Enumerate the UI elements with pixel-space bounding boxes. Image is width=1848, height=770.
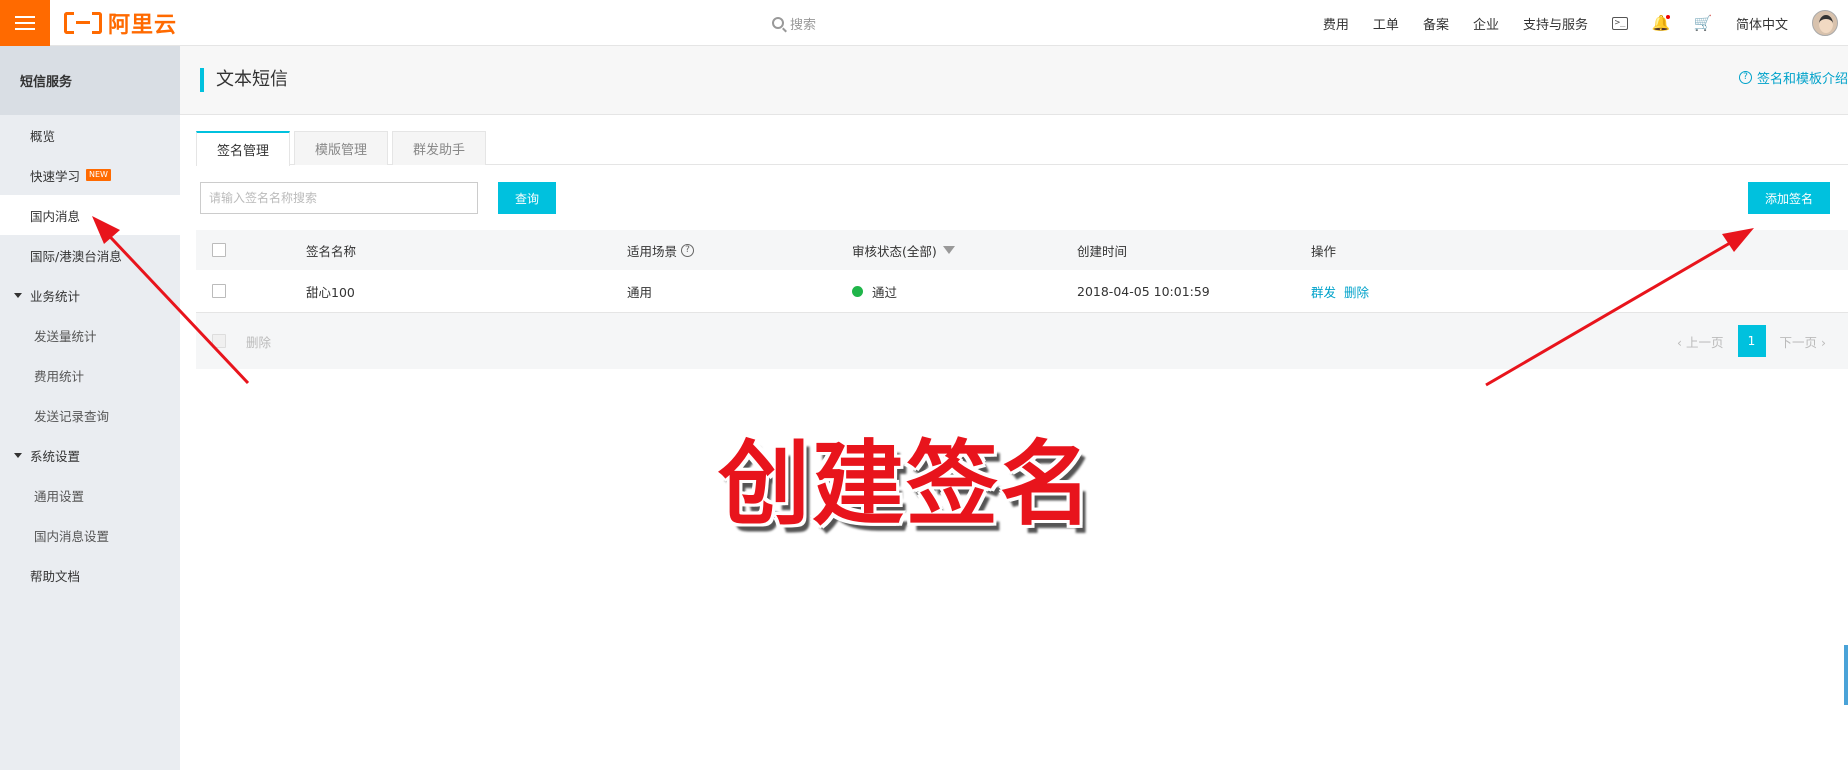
- sidebar: 短信服务 概览 快速学习 NEW 国内消息 国际/港澳台消息 业务统计 发送量统计…: [0, 46, 180, 770]
- caret-down-icon: [14, 452, 22, 458]
- sidebar-item-label: 帮助文档: [30, 568, 81, 584]
- avatar[interactable]: [1812, 10, 1838, 36]
- sidebar-item-label: 国际/港澳台消息: [30, 248, 122, 264]
- query-button[interactable]: 查询: [498, 182, 556, 214]
- col-status-label: 审核状态(全部): [852, 243, 937, 259]
- sidebar-item-international[interactable]: 国际/港澳台消息: [0, 235, 180, 275]
- filter-icon[interactable]: [942, 246, 955, 254]
- sidebar-title: 短信服务: [0, 46, 180, 115]
- next-page-button[interactable]: 下一页 ›: [1780, 332, 1827, 351]
- sidebar-item-label: 概览: [30, 128, 56, 144]
- col-scene: 适用场景?: [627, 230, 695, 270]
- sidebar-item-label: 快速学习: [30, 168, 81, 184]
- table-footer: 删除 ‹ 上一页 1 下一页 ›: [196, 313, 1848, 369]
- global-search[interactable]: 搜索: [772, 12, 816, 34]
- tab-signatures[interactable]: 签名管理: [196, 131, 291, 166]
- select-all-checkbox[interactable]: [212, 243, 226, 257]
- sidebar-item-label: 通用设置: [34, 488, 85, 504]
- row-checkbox[interactable]: [212, 284, 226, 298]
- tab-templates[interactable]: 模版管理: [294, 131, 389, 165]
- col-status[interactable]: 审核状态(全部): [852, 230, 955, 270]
- top-nav: 费用 工单 备案 企业 支持与服务 >_ 🔔 🛒 简体中文: [1323, 0, 1848, 46]
- caret-down-icon: [14, 292, 22, 298]
- hamburger-icon: [15, 16, 35, 30]
- annotation-text: 创建签名: [718, 431, 1095, 538]
- sidebar-item-help-docs[interactable]: 帮助文档: [0, 555, 180, 595]
- sidebar-item-send-records[interactable]: 发送记录查询: [0, 395, 180, 435]
- signature-scene: 通用: [627, 284, 653, 300]
- sidebar-item-label: 系统设置: [30, 448, 81, 464]
- footer-select-checkbox[interactable]: [212, 334, 226, 348]
- sidebar-item-label: 国内消息设置: [34, 528, 110, 544]
- menu-button[interactable]: [0, 0, 50, 46]
- sidebar-item-domestic[interactable]: 国内消息: [0, 195, 180, 235]
- row-actions: 群发 删除: [1311, 270, 1377, 312]
- search-placeholder: 搜索: [790, 17, 817, 33]
- table-header: 签名名称 适用场景? 审核状态(全部) 创建时间 操作: [196, 230, 1848, 270]
- sidebar-item-overview[interactable]: 概览: [0, 115, 180, 155]
- sidebar-item-general-settings[interactable]: 通用设置: [0, 475, 180, 515]
- main-content: 文本短信 ? 签名和模板介绍 签名管理 模版管理 群发助手 查询 添加签名 签名…: [180, 46, 1848, 770]
- nav-tickets[interactable]: 工单: [1373, 14, 1399, 33]
- signature-status: 通过: [852, 270, 897, 312]
- col-created: 创建时间: [1077, 243, 1128, 259]
- sidebar-item-label: 业务统计: [30, 288, 81, 304]
- signature-search-input[interactable]: [200, 182, 478, 214]
- bell-icon[interactable]: 🔔: [1652, 14, 1671, 32]
- prev-page-label: 上一页: [1685, 334, 1724, 350]
- help-link[interactable]: ? 签名和模板介绍: [1738, 68, 1848, 87]
- sidebar-item-send-stats[interactable]: 发送量统计: [0, 315, 180, 355]
- col-actions: 操作: [1311, 243, 1337, 259]
- table-row: 甜心100 通用 通过 2018-04-05 10:01:59 群发 删除: [196, 270, 1848, 313]
- toolbar: 查询 添加签名: [200, 182, 1848, 216]
- sidebar-item-label: 发送量统计: [34, 328, 97, 344]
- logo-text: 阿里云: [108, 13, 178, 38]
- language-switch[interactable]: 简体中文: [1736, 14, 1788, 33]
- page-header: 文本短信 ? 签名和模板介绍: [180, 46, 1848, 115]
- delete-link[interactable]: 删除: [1344, 282, 1369, 301]
- aliyun-logo-icon: [64, 12, 102, 34]
- sidebar-item-label: 费用统计: [34, 368, 85, 384]
- nav-enterprise[interactable]: 企业: [1473, 14, 1499, 33]
- nav-billing[interactable]: 费用: [1323, 14, 1349, 33]
- help-link-label: 签名和模板介绍: [1756, 72, 1848, 87]
- batch-delete-button[interactable]: 删除: [246, 332, 271, 351]
- question-icon: ?: [1738, 71, 1752, 84]
- cart-icon[interactable]: 🛒: [1694, 14, 1713, 32]
- sidebar-item-cost-stats[interactable]: 费用统计: [0, 355, 180, 395]
- page-1-button[interactable]: 1: [1737, 325, 1766, 357]
- signature-table: 签名名称 适用场景? 审核状态(全部) 创建时间 操作 甜心100 通用 通过 …: [196, 230, 1848, 369]
- search-icon: [772, 17, 784, 29]
- signature-name: 甜心100: [306, 284, 355, 300]
- new-badge: NEW: [86, 169, 111, 181]
- nav-icp[interactable]: 备案: [1423, 14, 1449, 33]
- page-title: 文本短信: [200, 68, 288, 92]
- sidebar-item-label: 发送记录查询: [34, 408, 110, 424]
- question-icon[interactable]: ?: [681, 243, 695, 257]
- signature-created: 2018-04-05 10:01:59: [1077, 283, 1210, 299]
- sidebar-group-stats[interactable]: 业务统计: [0, 275, 180, 315]
- logo[interactable]: 阿里云: [64, 8, 177, 38]
- tab-bulk-send[interactable]: 群发助手: [392, 131, 487, 165]
- nav-support[interactable]: 支持与服务: [1523, 14, 1588, 33]
- status-label: 通过: [872, 284, 898, 300]
- add-signature-button[interactable]: 添加签名: [1748, 182, 1830, 214]
- tab-bar: 签名管理 模版管理 群发助手: [196, 131, 1848, 166]
- col-scene-label: 适用场景: [627, 243, 678, 259]
- sidebar-item-label: 国内消息: [30, 208, 81, 224]
- pagination: ‹ 上一页 1 下一页 ›: [1663, 325, 1840, 357]
- terminal-icon[interactable]: >_: [1611, 16, 1628, 30]
- scrollbar[interactable]: [1844, 645, 1848, 705]
- next-page-label: 下一页: [1779, 334, 1818, 350]
- col-name: 签名名称: [306, 243, 357, 259]
- prev-page-button[interactable]: ‹ 上一页: [1677, 332, 1724, 351]
- top-bar: 阿里云 搜索 费用 工单 备案 企业 支持与服务 >_ 🔔 🛒 简体中文: [0, 0, 1848, 46]
- status-success-icon: [852, 285, 863, 297]
- sidebar-item-quickstart[interactable]: 快速学习 NEW: [0, 155, 180, 195]
- sidebar-group-settings[interactable]: 系统设置: [0, 435, 180, 475]
- bulk-send-link[interactable]: 群发: [1311, 282, 1336, 301]
- sidebar-item-domestic-settings[interactable]: 国内消息设置: [0, 515, 180, 555]
